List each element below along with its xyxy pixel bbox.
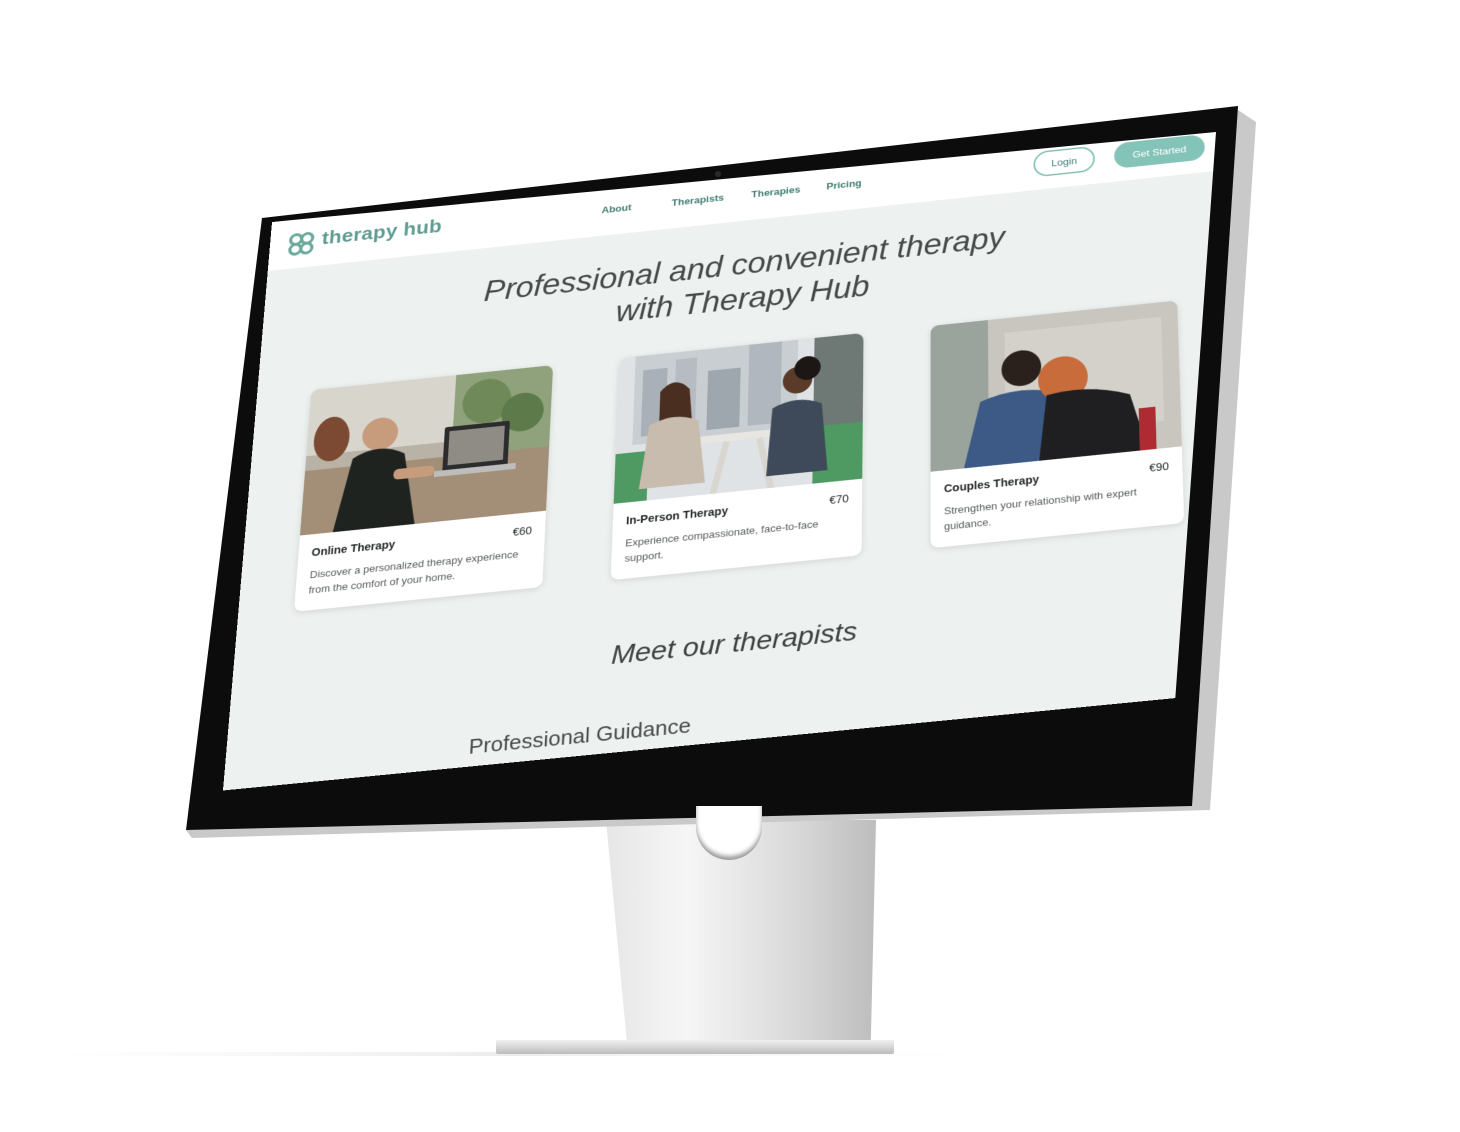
nav-therapists[interactable]: Therapists (671, 192, 724, 208)
nav-therapies[interactable]: Therapies (751, 184, 800, 200)
login-button[interactable]: Login (1033, 145, 1096, 178)
card-couples-therapy[interactable]: Couples Therapy €90 Strengthen your rela… (930, 300, 1185, 549)
card-price: €90 (1149, 459, 1170, 475)
two-women-talking-at-table-photo (613, 332, 864, 504)
camera-icon (715, 171, 721, 177)
card-title: In-Person Therapy (625, 504, 729, 527)
card-online-therapy[interactable]: Online Therapy €60 Discover a personaliz… (293, 365, 554, 612)
brand-name[interactable]: therapy hub (321, 215, 442, 249)
card-title: Online Therapy (311, 537, 396, 559)
card-price: €70 (829, 492, 849, 507)
couple-leaning-together-photo (930, 300, 1182, 472)
card-title: Couples Therapy (943, 472, 1040, 495)
four-circle-logo-icon[interactable] (288, 231, 315, 256)
subsection-title: Professional Guidance (468, 713, 692, 759)
web-page: therapy hub About Therapists Therapies P… (222, 132, 1216, 791)
monitor-stand-base (496, 1040, 894, 1054)
card-in-person-therapy[interactable]: In-Person Therapy €70 Experience compass… (610, 332, 864, 581)
nav-pricing[interactable]: Pricing (826, 177, 861, 191)
man-on-video-call-photo (299, 365, 554, 536)
nav-about[interactable]: About (601, 202, 631, 216)
card-price: €60 (512, 524, 533, 539)
